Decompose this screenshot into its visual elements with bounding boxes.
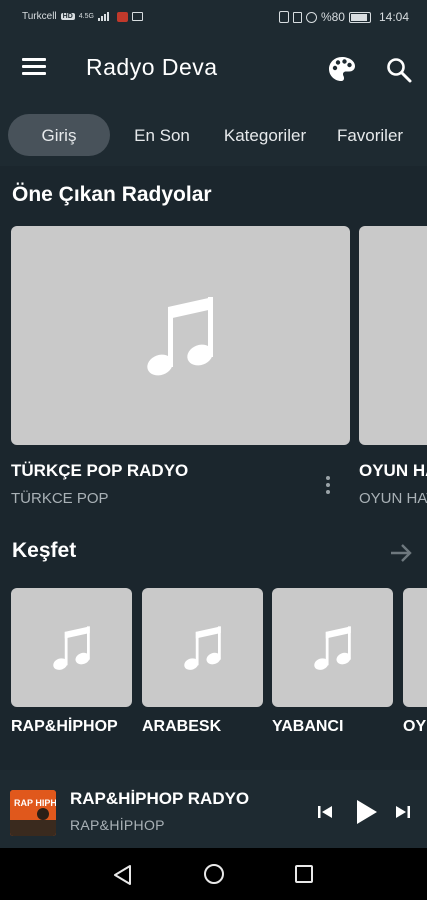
tab-categories[interactable]: Kategoriler — [218, 110, 312, 160]
tab-favorites[interactable]: Favoriler — [325, 114, 415, 156]
menu-icon[interactable] — [22, 58, 46, 76]
skip-previous-icon[interactable] — [315, 802, 335, 822]
notification-icon — [116, 11, 128, 22]
mini-player[interactable]: RAP HIPHOP RAP&HİPHOP RADYO RAP&HİPHOP — [0, 770, 427, 848]
skip-next-icon[interactable] — [393, 802, 413, 822]
music-note-icon — [183, 625, 221, 670]
alarm-icon — [305, 11, 317, 23]
status-bar-left: Turkcell HD 4.5G — [22, 11, 143, 22]
tab-home[interactable]: Giriş — [8, 114, 110, 156]
featured-section-title: Öne Çıkan Radyolar — [12, 183, 212, 206]
mail-icon — [131, 12, 143, 21]
now-playing-title: RAP&HİPHOP RADYO — [70, 789, 250, 808]
category-card-name[interactable]: RAP&HİPHOP — [11, 718, 118, 736]
station-logo-text: RAP HIPHOP — [14, 798, 56, 808]
app-bar: Radyo Deva — [0, 36, 427, 100]
system-navigation-bar — [0, 848, 427, 900]
featured-card-name[interactable]: OYUN HAVALARI RADYO — [359, 461, 427, 481]
app-screen: Turkcell HD 4.5G %80 14:04 Radyo Deva Gi… — [0, 0, 427, 900]
station-logo: RAP HIPHOP — [10, 790, 56, 836]
network-type-label: 4.5G — [78, 13, 94, 20]
featured-card-image[interactable] — [359, 226, 427, 445]
tab-recent[interactable]: En Son — [120, 114, 204, 156]
category-card-name[interactable]: YABANCI — [272, 718, 343, 736]
nfc-icon — [278, 11, 289, 23]
signal-icon — [97, 12, 109, 21]
now-playing-artwork: RAP HIPHOP — [10, 790, 56, 836]
recent-apps-icon[interactable] — [294, 864, 314, 884]
arrow-right-icon[interactable] — [388, 540, 414, 566]
featured-card-subtitle: TÜRKCE POP — [11, 490, 109, 507]
battery-percent: %80 — [320, 10, 345, 24]
status-bar-right: %80 14:04 — [278, 10, 409, 24]
palette-icon[interactable] — [328, 56, 356, 82]
music-note-icon — [146, 296, 213, 375]
play-icon[interactable] — [353, 798, 379, 826]
back-icon[interactable] — [112, 864, 134, 886]
more-options-icon[interactable] — [318, 474, 338, 498]
category-card-image[interactable] — [11, 588, 132, 707]
category-card-name[interactable]: OYUN HAVALARI — [403, 718, 427, 736]
explore-section-title: Keşfet — [12, 539, 77, 562]
music-note-icon — [313, 625, 351, 670]
status-bar: Turkcell HD 4.5G %80 14:04 — [0, 0, 427, 36]
featured-card-image[interactable] — [11, 226, 350, 445]
category-card-image[interactable] — [403, 588, 427, 707]
featured-card-name[interactable]: TÜRKÇE POP RADYO — [11, 461, 188, 481]
category-card-image[interactable] — [142, 588, 263, 707]
music-note-icon — [52, 625, 90, 670]
hd-badge: HD — [60, 13, 75, 20]
carrier-label: Turkcell — [22, 11, 57, 22]
category-card-name[interactable]: ARABESK — [142, 718, 221, 736]
vibrate-icon — [292, 11, 302, 23]
tab-bar: Giriş En Son Kategoriler Favoriler — [0, 100, 427, 166]
now-playing-subtitle: RAP&HİPHOP — [70, 817, 165, 833]
app-title: Radyo Deva — [86, 54, 218, 80]
home-icon[interactable] — [203, 863, 225, 885]
battery-icon — [348, 11, 371, 23]
category-card-image[interactable] — [272, 588, 393, 707]
clock: 14:04 — [378, 10, 409, 24]
featured-card-subtitle: OYUN HAVALARI — [359, 490, 427, 507]
search-icon[interactable] — [385, 56, 413, 84]
